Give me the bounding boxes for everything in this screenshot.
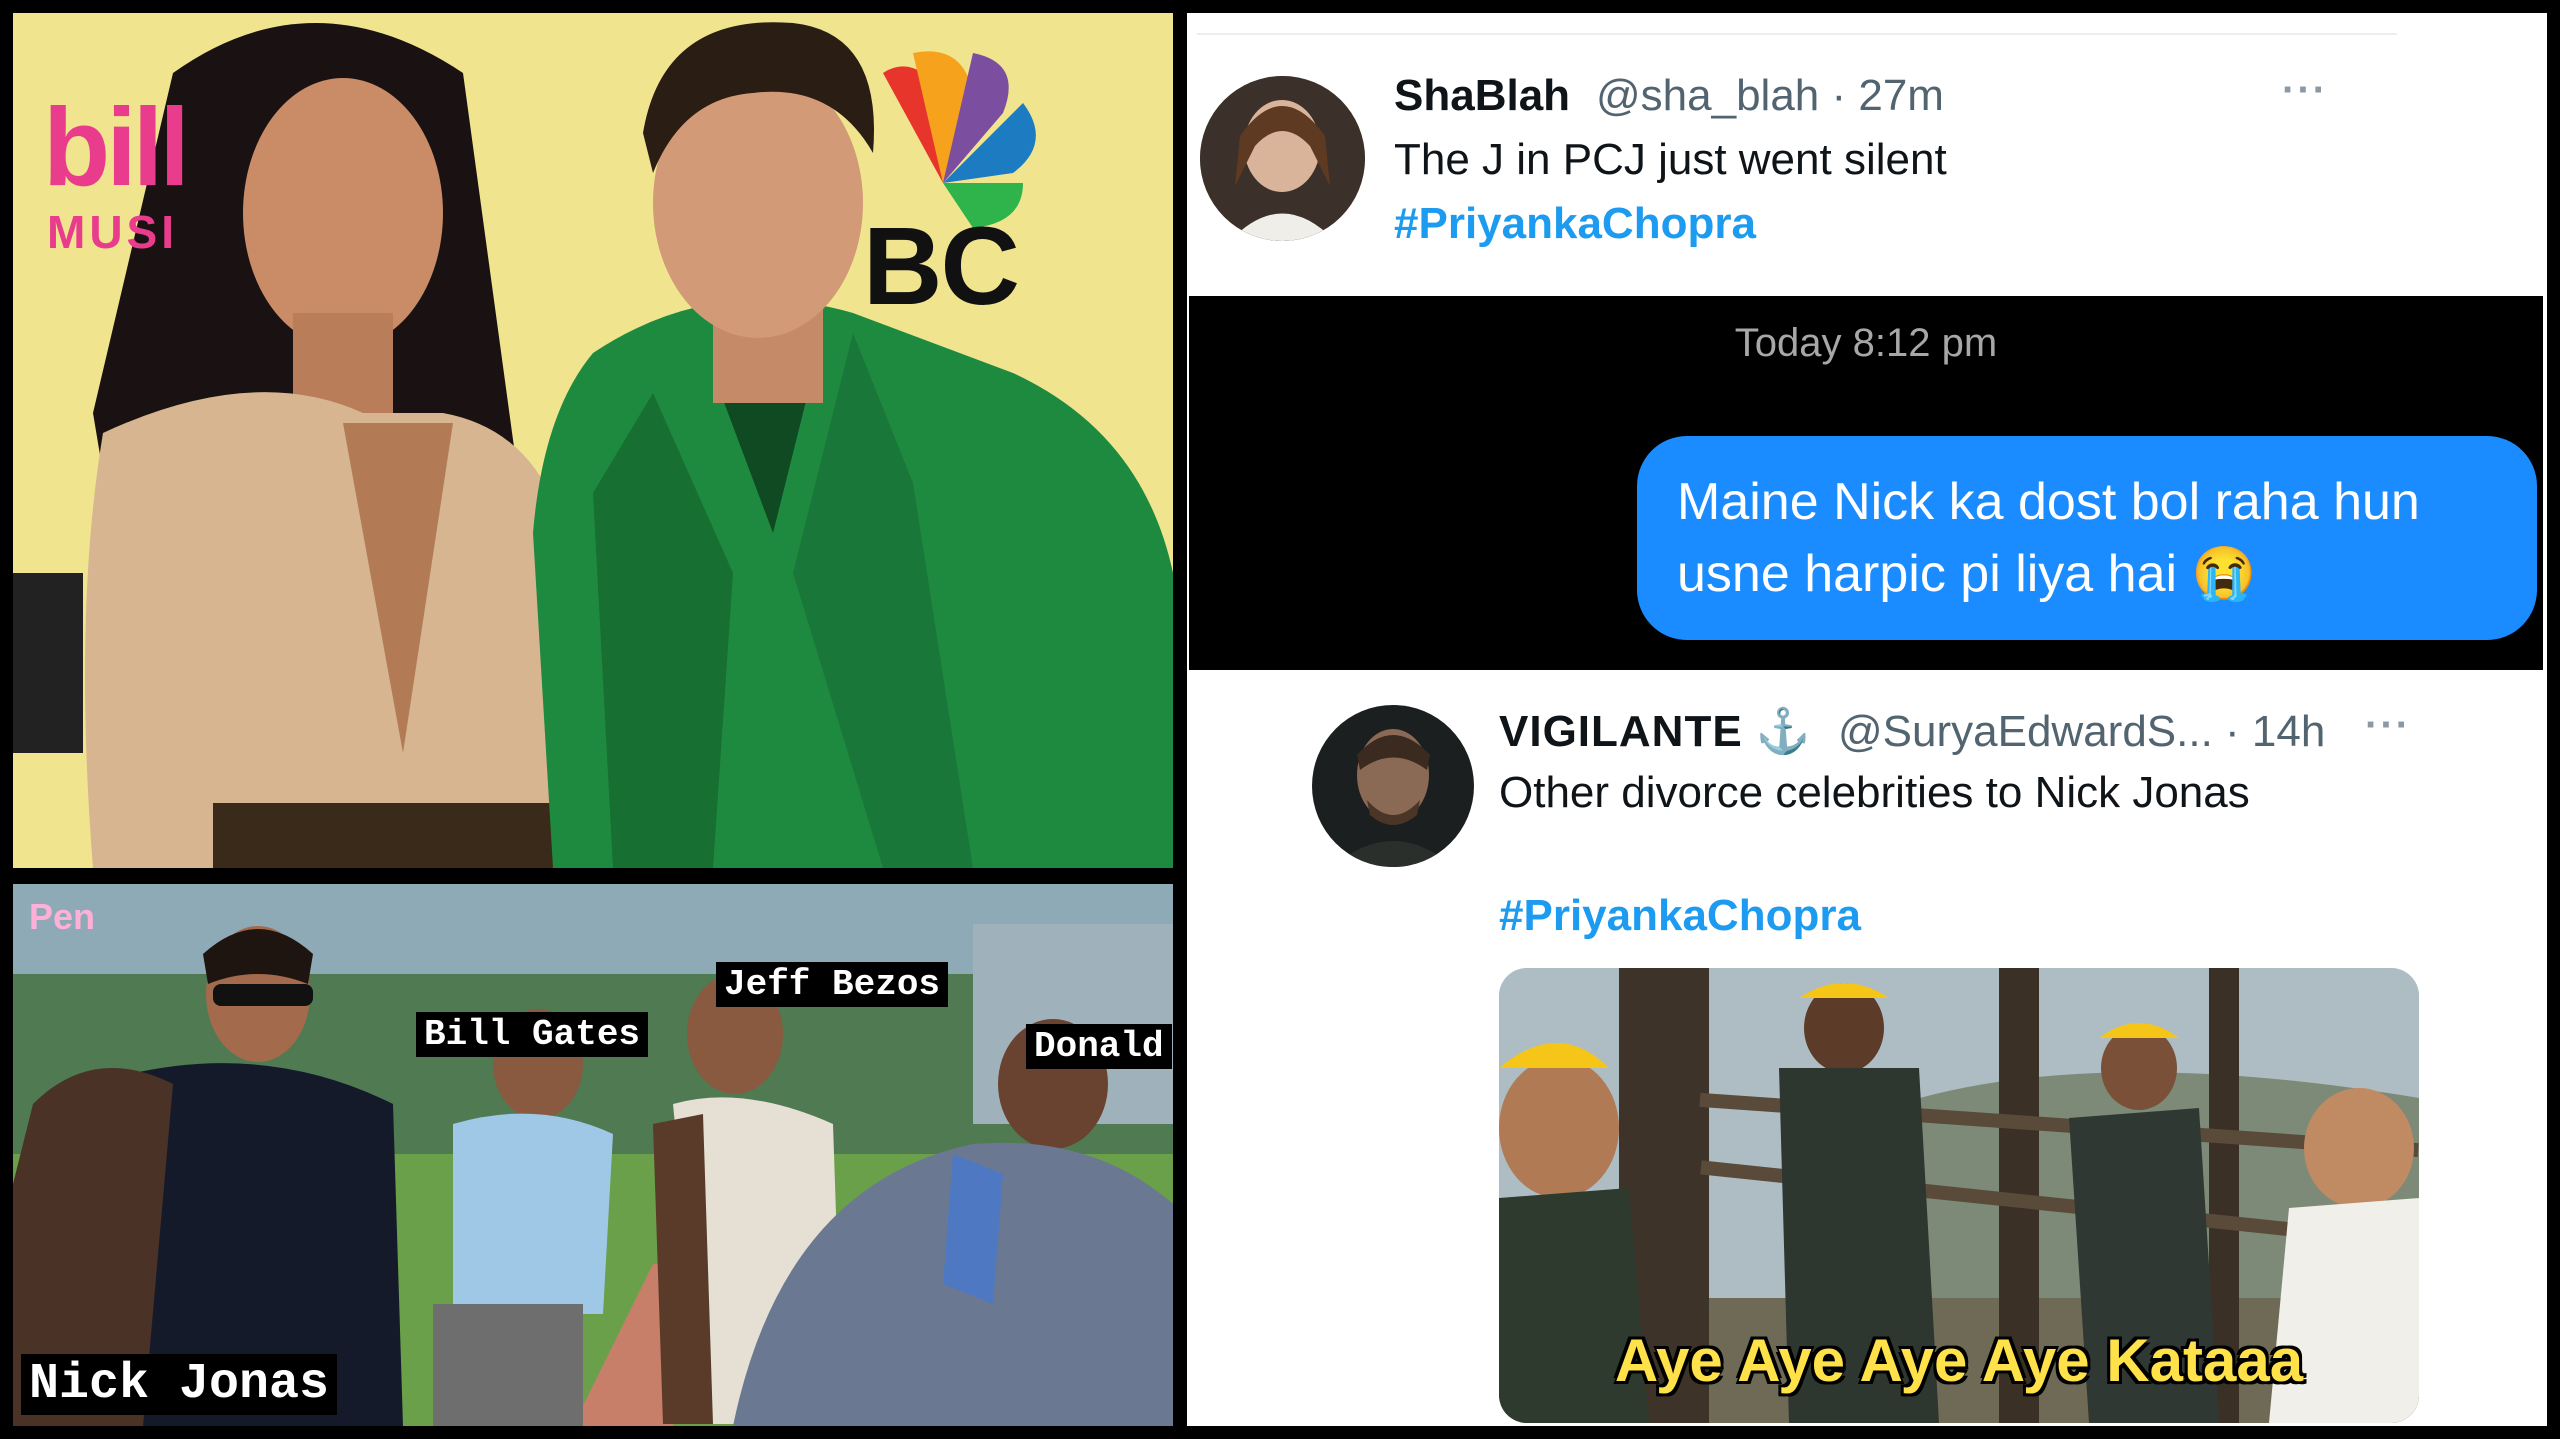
label-donald: Donald — [1026, 1024, 1172, 1069]
meme-bill-gates-jeff-bezos: Pen Nick Jonas Bill Gates Jeff Bezos Don… — [13, 884, 1173, 1426]
red-carpet-photo: bill MUSI BC — [13, 13, 1173, 868]
person2-shirt — [453, 1113, 613, 1314]
tweet2-more-icon[interactable]: ··· — [2365, 703, 2411, 748]
tweet2-media-image[interactable]: Aye Aye Aye Aye Kataaa — [1499, 968, 2419, 1423]
tweet-screenshot: ShaBlah @sha_blah · 27m ··· The J in PCJ… — [1187, 13, 2547, 1426]
tweet2-text: Other divorce celebrities to Nick Jonas — [1499, 768, 2250, 817]
chat-message-bubble: Maine Nick ka dost bol raha hun usne har… — [1637, 436, 2537, 640]
woman-belt — [213, 803, 573, 868]
avatar-shablah-art — [1200, 76, 1365, 241]
top-divider — [1197, 33, 2397, 35]
billboard-logo-sub: MUSI — [47, 206, 178, 258]
person4-shirt — [943, 1154, 1003, 1304]
tweet2-hashtag[interactable]: #PriyankaChopra — [1499, 891, 1861, 941]
chat-screenshot: Today 8:12 pm Maine Nick ka dost bol rah… — [1189, 296, 2543, 670]
person2-trousers — [433, 1304, 583, 1426]
chat-message-line1: Maine Nick ka dost bol raha hun — [1677, 473, 2420, 531]
tweet1-text: The J in PCJ just went silent — [1394, 135, 1947, 184]
person3-shirt — [653, 1114, 713, 1424]
channel-watermark: Pen — [29, 896, 96, 937]
tweet1-more-icon[interactable]: ··· — [2282, 68, 2328, 113]
label-nick-jonas: Nick Jonas — [21, 1354, 338, 1415]
crying-emoji-icon: 😭 — [2191, 545, 2257, 603]
woman-face — [243, 78, 443, 348]
avatar-shablah[interactable] — [1200, 76, 1365, 241]
avatar-vigilante-art — [1312, 705, 1474, 867]
nbc-logo: BC — [863, 205, 1020, 328]
meme-caption: Aye Aye Aye Aye Kataaa — [1614, 1327, 2304, 1394]
backdrop-graphic — [13, 573, 83, 753]
tweet2-handle-time[interactable]: @SuryaEdwardS... · 14h — [1838, 707, 2325, 757]
billboard-logo: bill — [43, 86, 190, 209]
red-carpet-photo-art — [13, 22, 1173, 868]
avatar-vigilante[interactable] — [1312, 705, 1474, 867]
chat-message-line2: usne harpic pi liya hai — [1677, 545, 2178, 603]
label-bill-gates: Bill Gates — [416, 1012, 649, 1057]
woman-dress — [85, 392, 613, 868]
meme-left-art — [13, 884, 1173, 1426]
tweet1-author-name[interactable]: ShaBlah — [1394, 71, 1570, 121]
nbc-peacock-icon — [883, 51, 1036, 228]
tweet1-hashtag[interactable]: #PriyankaChopra — [1394, 199, 1756, 249]
label-jeff-bezos: Jeff Bezos — [716, 962, 949, 1007]
chat-timestamp: Today 8:12 pm — [1734, 321, 1998, 365]
tweet2-author-name[interactable]: VIGILANTE ⚓ — [1499, 705, 1812, 757]
person1-sunglasses — [213, 984, 313, 1006]
tweet1-handle-time[interactable]: @sha_blah · 27m — [1596, 71, 1944, 121]
chat-message-line2-wrap: usne harpic pi liya hai 😭 — [1677, 538, 2497, 610]
